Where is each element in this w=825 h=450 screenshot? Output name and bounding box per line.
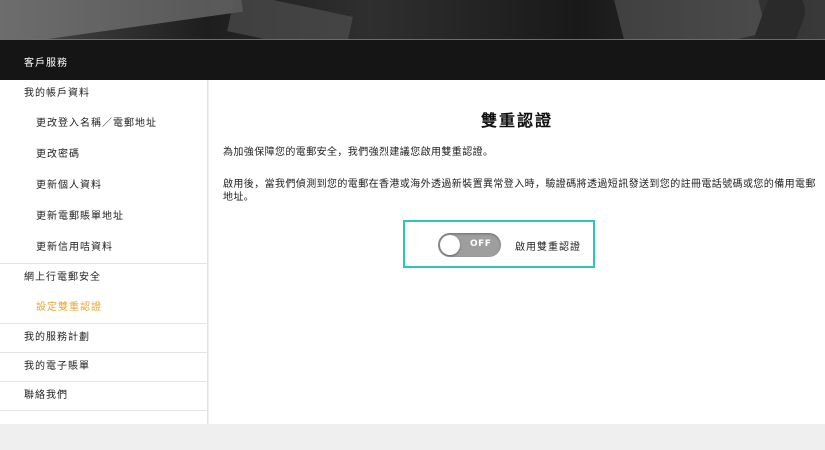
banner-shape bbox=[227, 0, 353, 40]
toggle-label[interactable]: 啟用雙重認證 bbox=[515, 238, 581, 253]
sidebar-group-ebill: 我的電子賬單 bbox=[0, 353, 207, 382]
top-banner-image bbox=[0, 0, 825, 40]
sidebar-group-account: 我的帳戶資料 更改登入名稱／電郵地址 更改密碼 更新個人資料 更新電郵賬單地址 … bbox=[0, 80, 207, 264]
sidebar-group-email-security: 網上行電郵安全 設定雙重認證 bbox=[0, 264, 207, 324]
banner-shape bbox=[0, 0, 243, 40]
two-factor-toggle-container: OFF 啟用雙重認證 bbox=[403, 220, 595, 268]
sidebar: 我的帳戶資料 更改登入名稱／電郵地址 更改密碼 更新個人資料 更新電郵賬單地址 … bbox=[0, 80, 208, 424]
intro-text: 為加強保障您的電郵安全，我們強烈建議您啟用雙重認證。 bbox=[223, 147, 494, 158]
sidebar-item-ebill[interactable]: 我的電子賬單 bbox=[0, 353, 207, 381]
sidebar-item-account[interactable]: 我的帳戶資料 bbox=[0, 80, 207, 108]
toggle-state-text: OFF bbox=[470, 239, 492, 249]
sidebar-item-change-login[interactable]: 更改登入名稱／電郵地址 bbox=[0, 108, 207, 139]
page-header-title: 客戶服務 bbox=[24, 58, 68, 69]
sidebar-group-contact: 聯絡我們 bbox=[0, 382, 207, 411]
sidebar-item-contact[interactable]: 聯絡我們 bbox=[0, 382, 207, 410]
sidebar-item-update-credit-card[interactable]: 更新信用咭資料 bbox=[0, 232, 207, 263]
sidebar-item-service-plan[interactable]: 我的服務計劃 bbox=[0, 324, 207, 352]
sidebar-item-two-factor[interactable]: 設定雙重認證 bbox=[0, 292, 207, 323]
page-header: 客戶服務 bbox=[0, 40, 825, 80]
banner-shape bbox=[613, 0, 767, 40]
main-content: 雙重認證 為加強保障您的電郵安全，我們強烈建議您啟用雙重認證。 啟用後，當我們偵… bbox=[209, 80, 825, 424]
description-text: 啟用後，當我們偵測到您的電郵在香港或海外透過新裝置異常登入時，驗證碼將透過短訊發… bbox=[223, 179, 816, 203]
sidebar-item-update-billing-email[interactable]: 更新電郵賬單地址 bbox=[0, 201, 207, 232]
two-factor-toggle-switch[interactable]: OFF bbox=[438, 233, 501, 257]
sidebar-item-change-password[interactable]: 更改密碼 bbox=[0, 139, 207, 170]
sidebar-item-update-profile[interactable]: 更新個人資料 bbox=[0, 170, 207, 201]
page-title: 雙重認證 bbox=[480, 111, 553, 130]
sidebar-item-email-security[interactable]: 網上行電郵安全 bbox=[0, 264, 207, 292]
sidebar-group-service-plan: 我的服務計劃 bbox=[0, 324, 207, 353]
toggle-knob bbox=[440, 235, 460, 255]
